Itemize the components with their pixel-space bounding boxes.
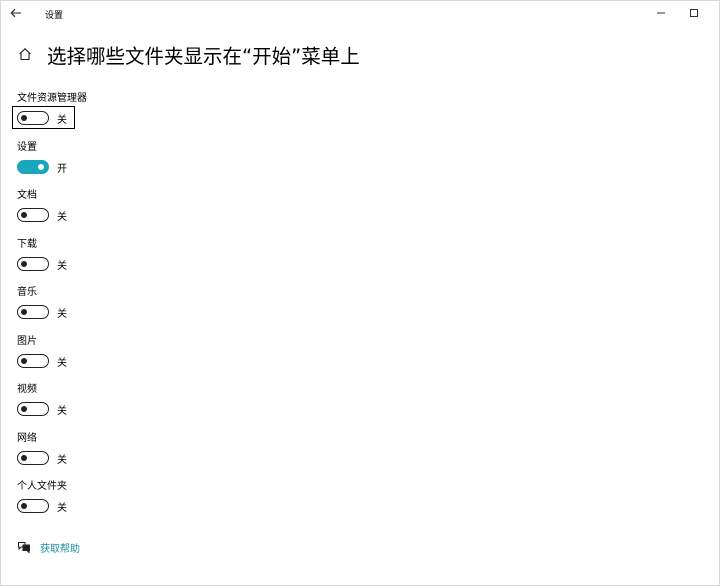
toggle-state: 关 [57, 260, 67, 272]
toggle-item-downloads: 下载 关 [17, 238, 217, 272]
toggle-state: 关 [57, 357, 67, 369]
toggle-switch[interactable] [17, 160, 49, 174]
toggle-switch[interactable] [17, 451, 49, 465]
home-icon[interactable] [17, 46, 33, 62]
toggle-knob [21, 308, 27, 315]
toggle-switch[interactable] [17, 305, 49, 319]
toggle-state: 关 [57, 114, 67, 126]
toggle-item-settings: 设置 开 [17, 141, 217, 175]
toggle-item-file-explorer: 文件资源管理器 关 [12, 92, 217, 129]
toggle-state: 关 [57, 502, 67, 514]
toggle-knob [21, 211, 27, 218]
minimize-button[interactable] [650, 4, 672, 22]
toggle-knob [21, 260, 27, 267]
toggle-label: 网络 [17, 433, 37, 444]
toggle-label: 图片 [17, 336, 37, 347]
window-title: 设置 [45, 11, 64, 21]
toggle-item-videos: 视频 关 [17, 383, 217, 417]
toggle-switch[interactable] [17, 499, 49, 513]
minimize-icon [657, 12, 665, 14]
toggle-item-pictures: 图片 关 [17, 335, 217, 369]
file-explorer-toggle[interactable]: 关 [12, 106, 75, 129]
toggle-switch[interactable] [17, 208, 49, 222]
toggle-label: 文件资源管理器 [17, 93, 87, 104]
pictures-toggle[interactable]: 关 [17, 352, 67, 370]
toggle-switch[interactable] [17, 402, 49, 416]
page-title: 选择哪些文件夹显示在“开始”菜单上 [47, 44, 360, 68]
toggle-switch[interactable] [17, 111, 49, 125]
toggle-knob [21, 454, 27, 461]
toggle-state: 开 [57, 163, 67, 175]
downloads-toggle[interactable]: 关 [17, 255, 67, 273]
title-bar: 设置 [1, 1, 719, 27]
toggle-switch[interactable] [17, 257, 49, 271]
toggle-state: 关 [57, 454, 67, 466]
music-toggle[interactable]: 关 [17, 303, 67, 321]
toggle-state: 关 [57, 405, 67, 417]
toggle-knob [21, 114, 27, 121]
toggle-knob [21, 357, 27, 364]
toggle-label: 个人文件夹 [17, 481, 67, 492]
toggle-item-music: 音乐 关 [17, 286, 217, 320]
toggle-knob [38, 163, 44, 170]
back-arrow-icon [10, 8, 21, 18]
toggle-item-documents: 文档 关 [17, 189, 217, 223]
toggle-label: 下载 [17, 239, 37, 250]
get-help-label: 获取帮助 [40, 543, 80, 555]
toggle-label: 文档 [17, 190, 37, 201]
toggle-knob [21, 405, 27, 412]
bottom-edge-strip [1, 579, 719, 586]
toggle-switch[interactable] [17, 354, 49, 368]
toggle-label: 视频 [17, 384, 37, 395]
settings-window: 设置 选择哪些文件夹显示在“开始”菜单上 文件资源管理器 关 设置 开 文档 关… [0, 0, 720, 586]
toggle-item-network: 网络 关 [17, 432, 217, 466]
toggle-state: 关 [57, 211, 67, 223]
get-help-link[interactable]: 获取帮助 [17, 539, 80, 555]
maximize-button[interactable] [683, 4, 705, 22]
personal-folder-toggle[interactable]: 关 [17, 497, 67, 515]
toggle-label: 设置 [17, 142, 37, 153]
toggle-label: 音乐 [17, 287, 37, 298]
help-chat-icon [17, 540, 31, 554]
page-header: 选择哪些文件夹显示在“开始”菜单上 [17, 41, 360, 68]
toggle-state: 关 [57, 308, 67, 320]
back-button[interactable] [5, 3, 27, 23]
toggle-knob [21, 502, 27, 509]
documents-toggle[interactable]: 关 [17, 206, 67, 224]
videos-toggle[interactable]: 关 [17, 400, 67, 418]
maximize-icon [690, 9, 698, 17]
toggle-item-personal-folder: 个人文件夹 关 [17, 480, 217, 514]
settings-toggle[interactable]: 开 [17, 158, 67, 176]
network-toggle[interactable]: 关 [17, 449, 67, 467]
